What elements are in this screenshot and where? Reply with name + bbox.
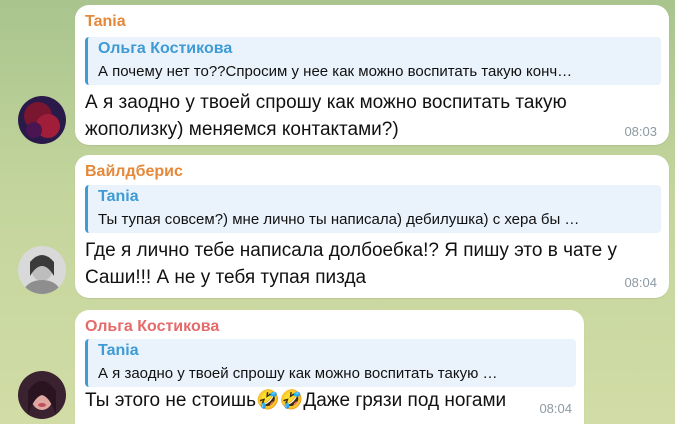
reply-sender-name: Tania	[98, 188, 139, 205]
message-text-line: А я заодно у твоей спрошу как можно восп…	[85, 92, 567, 113]
message-time: 08:03	[624, 124, 657, 139]
message-bubble[interactable]: Вайлдберис Tania Ты тупая совсем?) мне л…	[75, 155, 669, 298]
message-bubble[interactable]: Tania Ольга Костикова А почему нет то??С…	[75, 5, 669, 145]
reply-quote[interactable]: Tania Ты тупая совсем?) мне лично ты нап…	[85, 185, 661, 233]
message-text: Ты этого не стоишь🤣🤣Даже грязи под ногам…	[85, 387, 506, 414]
reply-text: А почему нет то??Спросим у нее как можно…	[98, 63, 573, 80]
message-text: Где я лично тебе написала долбоебка!? Я …	[85, 237, 617, 291]
sender-name[interactable]: Tania	[85, 13, 126, 31]
message-time: 08:04	[624, 275, 657, 290]
sender-name[interactable]: Вайлдберис	[85, 163, 183, 181]
sender-name[interactable]: Ольга Костикова	[85, 318, 219, 336]
avatar-olga[interactable]	[18, 371, 66, 419]
reply-sender-name: Ольга Костикова	[98, 40, 233, 57]
message-text-line: жополизку) меняемся контактами?)	[85, 119, 399, 140]
message-time: 08:04	[539, 401, 572, 416]
reply-quote[interactable]: Ольга Костикова А почему нет то??Спросим…	[85, 37, 661, 85]
message-bubble[interactable]: Ольга Костикова Tania А я заодно у твоей…	[75, 310, 584, 424]
reply-sender-name: Tania	[98, 342, 139, 359]
message-text: А я заодно у твоей спрошу как можно восп…	[85, 89, 567, 143]
reply-text: А я заодно у твоей спрошу как можно восп…	[98, 365, 498, 382]
avatar-tania[interactable]	[18, 96, 66, 144]
reply-quote[interactable]: Tania А я заодно у твоей спрошу как можн…	[85, 339, 576, 387]
message-text-line: Саши!!! А не у тебя тупая пизда	[85, 267, 367, 288]
message-text-line: Где я лично тебе написала долбоебка!? Я …	[85, 240, 617, 261]
avatar-vaildberis[interactable]	[18, 246, 66, 294]
reply-text: Ты тупая совсем?) мне лично ты написала)…	[98, 211, 580, 228]
message-text-line: Ты этого не стоишь🤣🤣Даже грязи под ногам…	[85, 390, 507, 411]
